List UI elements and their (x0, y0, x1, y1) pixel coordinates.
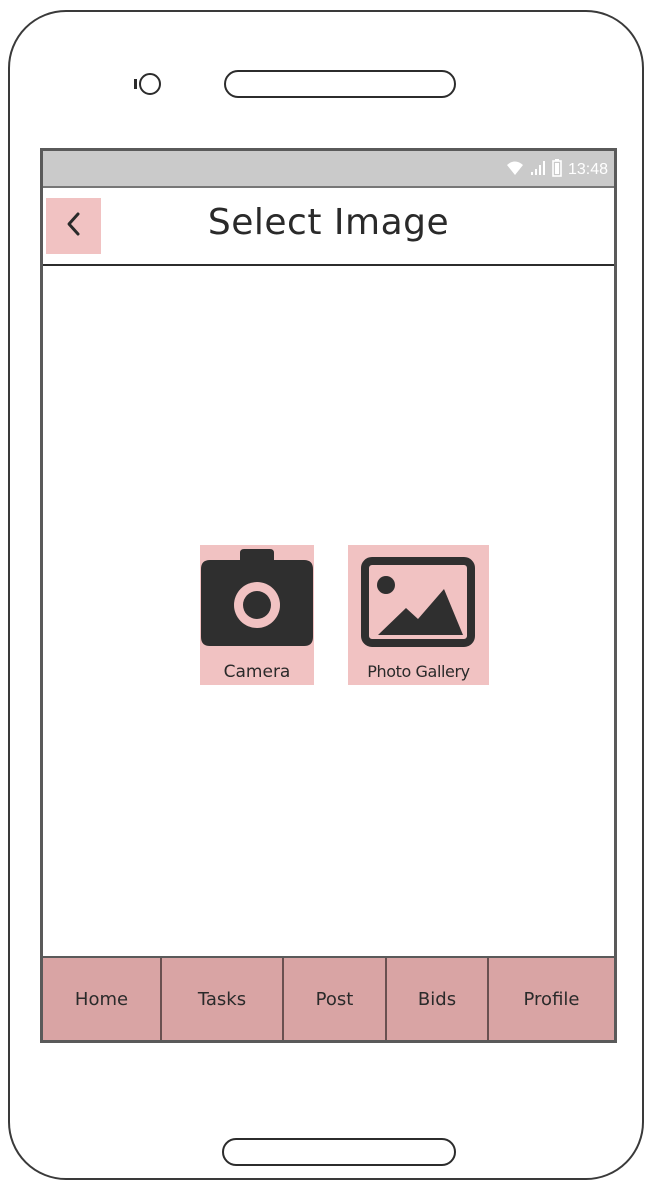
earpiece-speaker (224, 70, 456, 98)
bottom-nav: Home Tasks Post Bids Profile (43, 956, 614, 1040)
nav-item-post[interactable]: Post (284, 958, 387, 1040)
nav-item-bids[interactable]: Bids (387, 958, 489, 1040)
nav-item-home[interactable]: Home (43, 958, 162, 1040)
app-header: Select Image (43, 188, 614, 266)
camera-option[interactable]: Camera (200, 545, 314, 685)
wifi-icon (506, 160, 524, 180)
page-title: Select Image (207, 202, 450, 243)
status-bar: 13:48 (43, 151, 614, 188)
screen: 13:48 Select Image Camera Photo Gallery … (40, 148, 617, 1043)
camera-icon (200, 545, 314, 654)
signal-icon (530, 160, 546, 180)
status-icons: 13:48 (506, 159, 608, 181)
status-time: 13:48 (567, 161, 608, 178)
image-gallery-icon (348, 545, 489, 654)
photo-gallery-option[interactable]: Photo Gallery (348, 545, 489, 685)
photo-gallery-label: Photo Gallery (367, 662, 470, 681)
nav-item-profile[interactable]: Profile (489, 958, 614, 1040)
nav-item-tasks[interactable]: Tasks (162, 958, 284, 1040)
camera-label: Camera (223, 662, 291, 682)
front-camera (134, 73, 161, 95)
home-button[interactable] (222, 1138, 456, 1166)
battery-icon (552, 159, 562, 181)
